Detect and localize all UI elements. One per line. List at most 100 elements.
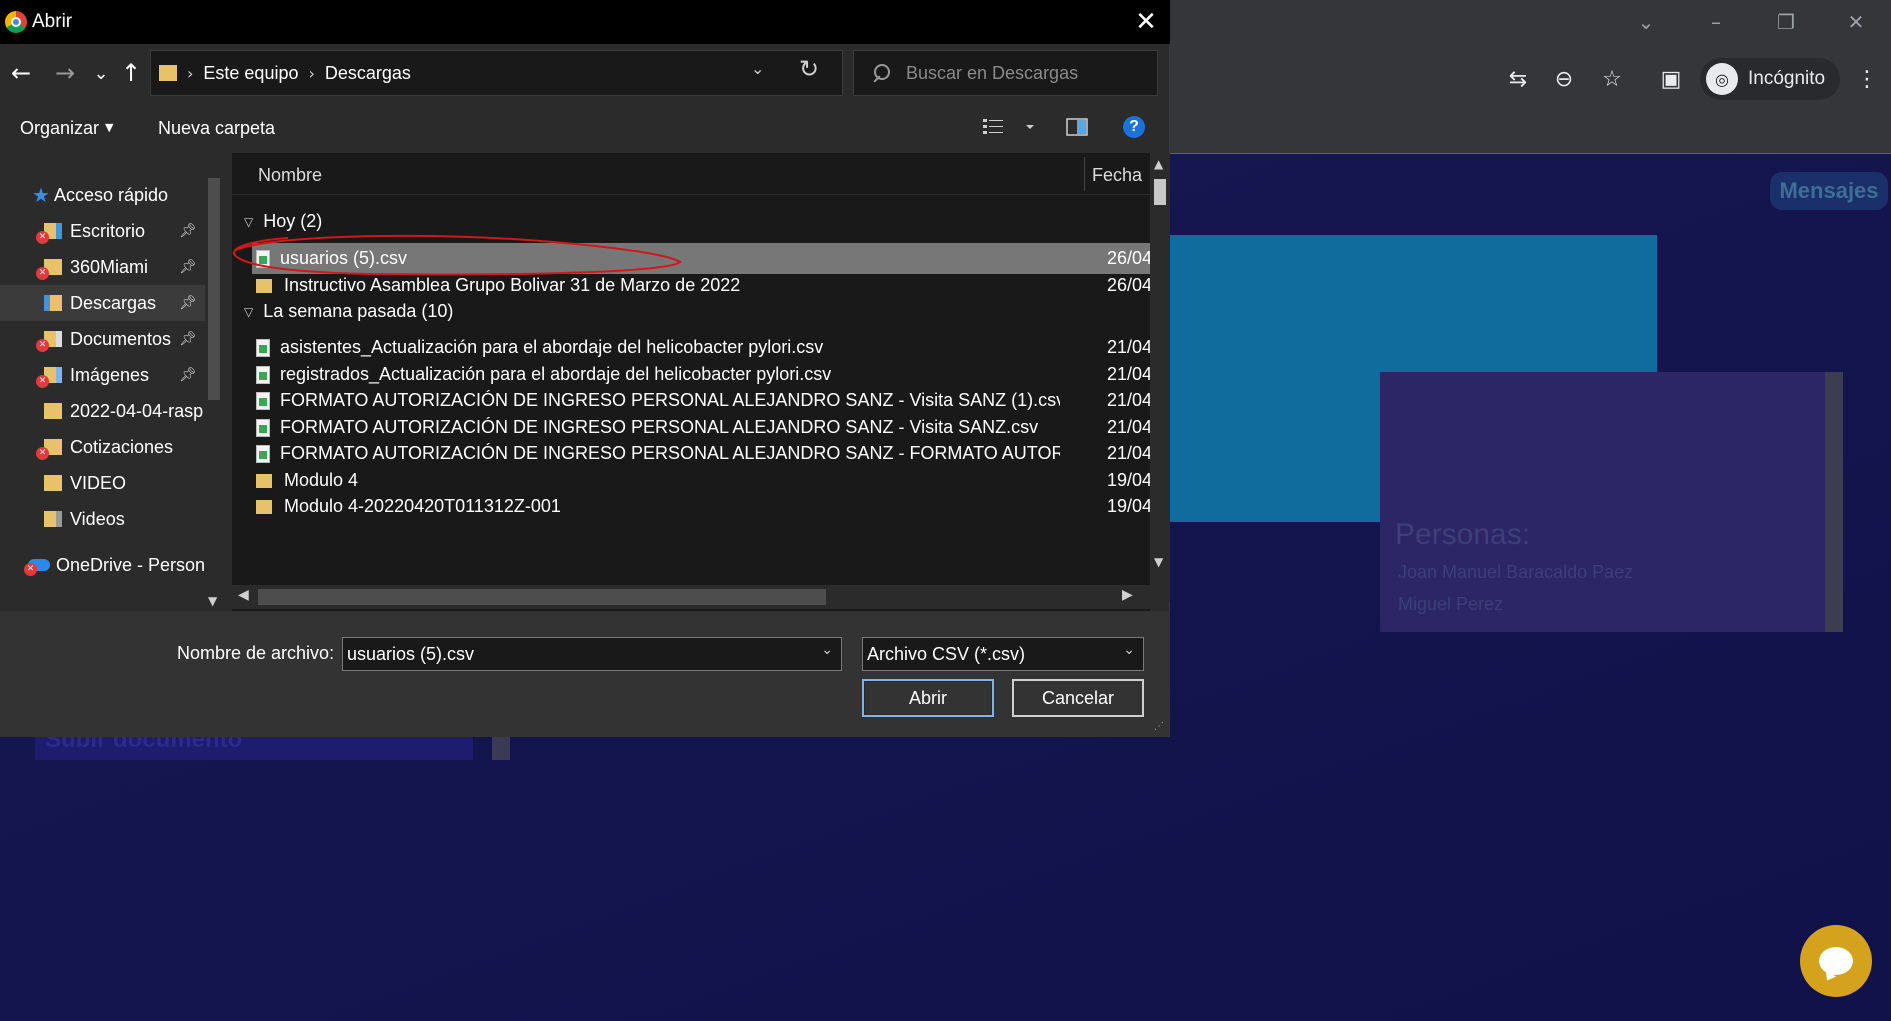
refresh-icon[interactable]: ↻ (799, 55, 819, 83)
nav-item-label: 360Miami (70, 256, 149, 277)
resize-grip-icon[interactable]: ⋰ (1154, 721, 1164, 732)
file-date: 21/04/ (1107, 337, 1150, 357)
tab-search-icon[interactable]: ⌄ (1611, 0, 1681, 44)
file-list-horizontal-scrollbar[interactable]: ◀ ▶ (232, 585, 1150, 609)
file-row[interactable]: Instructivo Asamblea Grupo Bolivar 31 de… (252, 270, 1150, 301)
nav-item-video[interactable]: VIDEO (0, 465, 205, 501)
breadcrumb-descargas[interactable]: Descargas (325, 63, 411, 84)
nav-item-descargas[interactable]: Descargas 📌︎ (0, 285, 205, 321)
search-input[interactable] (906, 62, 1146, 84)
column-header-name[interactable]: Nombre (258, 165, 322, 186)
file-name: Instructivo Asamblea Grupo Bolivar 31 de… (284, 275, 741, 295)
scroll-down-arrow-icon[interactable]: ▼ (208, 594, 217, 608)
nav-item-label: Videos (70, 508, 125, 529)
error-badge-icon: ✕ (36, 447, 49, 460)
back-arrow-icon[interactable]: ← (6, 58, 36, 88)
file-name: FORMATO AUTORIZACIÓN DE INGRESO PERSONAL… (280, 417, 1039, 437)
csv-file-icon (256, 418, 270, 437)
file-name: FORMATO AUTORIZACIÓN DE INGRESO PERSONAL… (280, 443, 1060, 463)
menu-dots-icon[interactable]: ⋮ (1852, 64, 1882, 94)
up-arrow-icon[interactable]: ↑ (116, 58, 146, 88)
close-window-icon[interactable]: ✕ (1821, 0, 1891, 44)
navigation-pane-scrollbar[interactable]: ▼ (205, 162, 223, 610)
address-bar[interactable]: › Este equipo › Descargas ⌄ ↻ (150, 50, 843, 96)
scrollbar-thumb[interactable] (208, 178, 220, 400)
pin-icon: 📌︎ (179, 331, 197, 347)
view-options-caret-icon[interactable] (1024, 116, 1036, 138)
csv-file-icon (256, 365, 270, 384)
incognito-pill[interactable]: ◎ Incógnito (1700, 58, 1840, 100)
file-row[interactable]: Modulo 4-20220420T011312Z-001 19/04/ (252, 491, 1150, 522)
nav-item-videos[interactable]: Videos (0, 501, 205, 537)
scroll-left-arrow-icon[interactable]: ◀ (238, 587, 249, 603)
restore-icon[interactable]: ❐ (1751, 0, 1821, 44)
translate-icon[interactable]: ⇆ (1503, 64, 1533, 94)
minimize-icon[interactable]: – (1681, 0, 1751, 44)
nav-item-imagenes[interactable]: ✕ Imágenes 📌︎ (0, 357, 205, 393)
open-button[interactable]: Abrir (862, 679, 994, 717)
people-panel (1380, 372, 1827, 632)
chevron-down-icon[interactable]: ⌄ (821, 642, 833, 658)
pin-icon: 📌︎ (179, 259, 197, 275)
column-header-date[interactable]: Fecha (1092, 165, 1142, 186)
file-name: Modulo 4 (284, 470, 359, 490)
new-folder-button[interactable]: Nueva carpeta (158, 118, 275, 139)
pin-icon: 📌︎ (179, 295, 197, 311)
people-panel-scrollbar[interactable] (1825, 372, 1843, 632)
nav-item-documentos[interactable]: ✕ Documentos 📌︎ (0, 321, 205, 357)
open-file-dialog: Abrir ✕ ← → ⌄ ↑ › Este equipo › Descarga… (0, 0, 1170, 737)
scrollbar-thumb[interactable] (258, 589, 826, 605)
pin-icon: 📌︎ (179, 367, 197, 383)
downloads-folder-icon (44, 295, 62, 311)
view-details-icon[interactable] (982, 116, 1004, 138)
recent-locations-chevron-icon[interactable]: ⌄ (86, 58, 116, 88)
filename-input[interactable] (343, 643, 803, 665)
nav-item-label: Documentos (70, 328, 172, 349)
filename-label: Nombre de archivo: (177, 643, 335, 663)
file-list-vertical-scrollbar[interactable]: ▲ ▼ (1150, 153, 1170, 601)
organize-button[interactable]: Organizar ▼ (20, 118, 114, 139)
nav-item-label: OneDrive - Person (55, 554, 205, 575)
nav-item-escritorio[interactable]: ✕ Escritorio 📌︎ (0, 213, 205, 249)
scrollbar-thumb[interactable] (1154, 179, 1166, 205)
chevron-down-icon: ⌄ (1123, 642, 1135, 658)
nav-item-acceso-rapido[interactable]: ★ Acceso rápido (0, 177, 205, 213)
chat-bubble-icon (1819, 947, 1853, 975)
nav-item-2022-04-04-rasp[interactable]: 2022-04-04-rasp (0, 393, 205, 429)
group-header-semana-pasada[interactable]: ▽ La semana pasada (10) (244, 301, 453, 322)
search-box[interactable] (853, 50, 1158, 96)
file-type-select[interactable]: Archivo CSV (*.csv) ⌄ (862, 637, 1144, 671)
person-item: Joan Manuel Baracaldo Paez (1398, 562, 1634, 582)
zoom-out-icon[interactable]: ⊖ (1549, 64, 1579, 94)
scroll-right-arrow-icon[interactable]: ▶ (1122, 587, 1133, 603)
nav-item-onedrive[interactable]: ✕ OneDrive - Person (0, 547, 205, 583)
group-label: Hoy (2) (263, 211, 323, 231)
address-dropdown-icon[interactable]: ⌄ (751, 59, 764, 78)
forward-arrow-icon[interactable]: → (50, 58, 80, 88)
folder-icon (44, 403, 62, 419)
nav-item-label: 2022-04-04-rasp (70, 400, 204, 421)
nav-item-label: VIDEO (70, 472, 127, 493)
column-divider[interactable] (1084, 157, 1085, 191)
scroll-down-arrow-icon[interactable]: ▼ (1154, 555, 1163, 569)
side-panel-icon[interactable]: ▣ (1656, 64, 1686, 94)
cancel-button[interactable]: Cancelar (1012, 679, 1144, 717)
breadcrumb-este-equipo[interactable]: Este equipo (203, 63, 298, 84)
scroll-up-arrow-icon[interactable]: ▲ (1154, 157, 1163, 171)
folder-icon: ✕ (36, 259, 62, 280)
breadcrumb-separator-icon: › (308, 63, 315, 83)
nav-item-360miami[interactable]: ✕ 360Miami 📌︎ (0, 249, 205, 285)
nav-item-cotizaciones[interactable]: ✕ Cotizaciones (0, 429, 205, 465)
messages-tab[interactable]: Mensajes (1770, 172, 1888, 210)
filename-combobox[interactable]: ⌄ (342, 637, 842, 671)
dialog-close-button[interactable]: ✕ (1130, 6, 1162, 38)
group-header-hoy[interactable]: ▽ Hoy (2) (244, 211, 322, 232)
person-item: Miguel Perez (1398, 594, 1504, 614)
chat-widget-button[interactable] (1800, 925, 1872, 997)
incognito-icon: ◎ (1706, 63, 1738, 95)
bookmark-star-icon[interactable]: ☆ (1597, 64, 1627, 94)
csv-file-icon (256, 391, 270, 410)
dialog-bottom-panel: Nombre de archivo: ⌄ Archivo CSV (*.csv)… (0, 611, 1170, 737)
help-icon[interactable]: ? (1123, 116, 1145, 138)
preview-pane-icon[interactable] (1066, 116, 1088, 138)
